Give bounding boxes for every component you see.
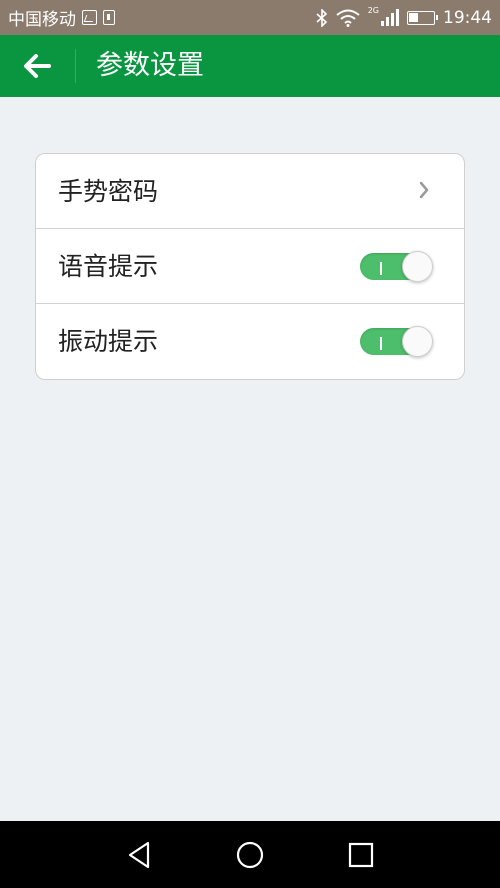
page-title: 参数设置 (96, 50, 204, 81)
wifi-icon (336, 9, 360, 27)
battery-icon (407, 10, 438, 25)
image-icon (82, 10, 97, 25)
settings-row-label: 振动提示 (58, 327, 159, 356)
status-time: 19:44 (443, 7, 492, 28)
toggle-on-mark-icon (380, 262, 382, 275)
arrow-left-icon (24, 54, 51, 78)
network-type-label: 2G (367, 6, 379, 15)
settings-row-label: 手势密码 (58, 177, 159, 206)
home-circle-icon[interactable] (232, 837, 268, 873)
settings-row-vibration-prompt: 振动提示 (36, 304, 464, 379)
carrier-name: 中国移动 (8, 10, 76, 30)
recents-square-icon[interactable] (343, 837, 379, 873)
settings-card: 手势密码 语音提示 振动提示 (35, 153, 465, 380)
settings-row-voice-prompt: 语音提示 (36, 229, 464, 304)
toggle-on-mark-icon (380, 337, 382, 350)
sd-card-icon (103, 10, 115, 25)
settings-row-gesture-password[interactable]: 手势密码 (36, 154, 464, 229)
signal-icon (381, 9, 399, 26)
chevron-right-icon (419, 181, 429, 199)
toggle-knob (402, 251, 433, 282)
settings-row-label: 语音提示 (58, 252, 159, 281)
toggle-knob (402, 326, 433, 357)
app-bar-divider (75, 49, 76, 83)
status-bar: 中国移动 2G 19:44 (0, 0, 500, 35)
system-nav-bar (0, 821, 500, 888)
status-bar-left: 中国移动 (8, 0, 115, 35)
app-bar: 参数设置 (0, 35, 500, 97)
back-triangle-icon[interactable] (121, 837, 157, 873)
vibration-prompt-toggle[interactable] (360, 326, 433, 357)
bluetooth-icon (316, 8, 327, 27)
voice-prompt-toggle[interactable] (360, 251, 433, 282)
back-button[interactable] (12, 41, 62, 91)
status-bar-right: 2G 19:44 (316, 0, 492, 35)
